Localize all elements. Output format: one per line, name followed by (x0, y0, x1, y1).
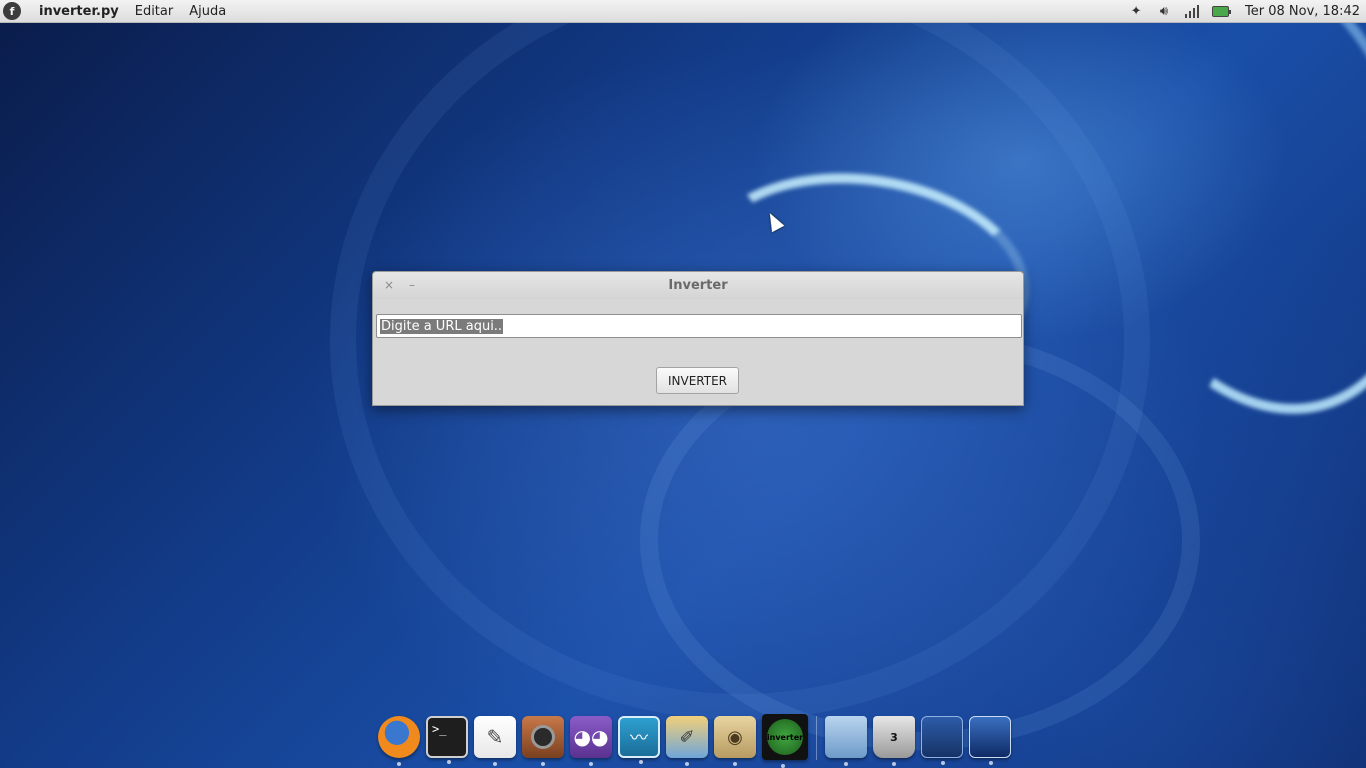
bird-client-icon[interactable]: ◕◕ (570, 716, 612, 766)
window-title: Inverter (668, 278, 728, 293)
distro-logo-icon[interactable]: f (3, 2, 21, 20)
desktop-screens-icon[interactable] (969, 716, 1011, 765)
folder-icon[interactable] (825, 716, 867, 766)
dock: >_ ✎ ◕◕ 〰 ✐ ◉ inverter 3 (374, 712, 1015, 768)
inverter-app-label: inverter (767, 719, 803, 755)
menu-editar[interactable]: Editar (135, 4, 174, 19)
trash-count-badge: 3 (890, 730, 898, 744)
inverter-window: × – Inverter Digite a URL aqui.. INVERTE… (372, 271, 1024, 406)
text-editor-icon[interactable]: ✎ (474, 716, 516, 766)
dropbox-icon[interactable]: ✦ (1127, 3, 1145, 19)
firefox-icon[interactable] (378, 716, 420, 766)
system-monitor-icon[interactable]: 〰 (618, 716, 660, 764)
design-tool-icon[interactable]: ✐ (666, 716, 708, 766)
dock-separator (816, 716, 817, 760)
inverter-app-icon[interactable]: inverter (762, 714, 808, 768)
clock[interactable]: Ter 08 Nov, 18:42 (1245, 4, 1360, 19)
inverter-button[interactable]: INVERTER (656, 367, 739, 394)
terminal-icon[interactable]: >_ (426, 716, 468, 764)
system-tray: ✦ 🔊︎ Ter 08 Nov, 18:42 (1127, 3, 1366, 19)
battery-icon[interactable] (1211, 3, 1231, 19)
volume-icon[interactable]: 🔊︎ (1155, 3, 1173, 19)
app-menu-title[interactable]: inverter.py (39, 4, 119, 19)
audio-player-icon[interactable] (522, 716, 564, 766)
gimp-icon[interactable]: ◉ (714, 716, 756, 766)
menu-ajuda[interactable]: Ajuda (189, 4, 226, 19)
url-input-text: Digite a URL aqui.. (380, 318, 504, 334)
top-panel: f inverter.py Editar Ajuda ✦ 🔊︎ Ter 08 N… (0, 0, 1366, 23)
url-input[interactable]: Digite a URL aqui.. (376, 314, 1022, 338)
network-signal-icon[interactable] (1183, 3, 1201, 19)
window-titlebar[interactable]: × – Inverter (373, 272, 1023, 299)
trash-icon[interactable]: 3 (873, 716, 915, 766)
workspaces-icon[interactable] (921, 716, 963, 765)
